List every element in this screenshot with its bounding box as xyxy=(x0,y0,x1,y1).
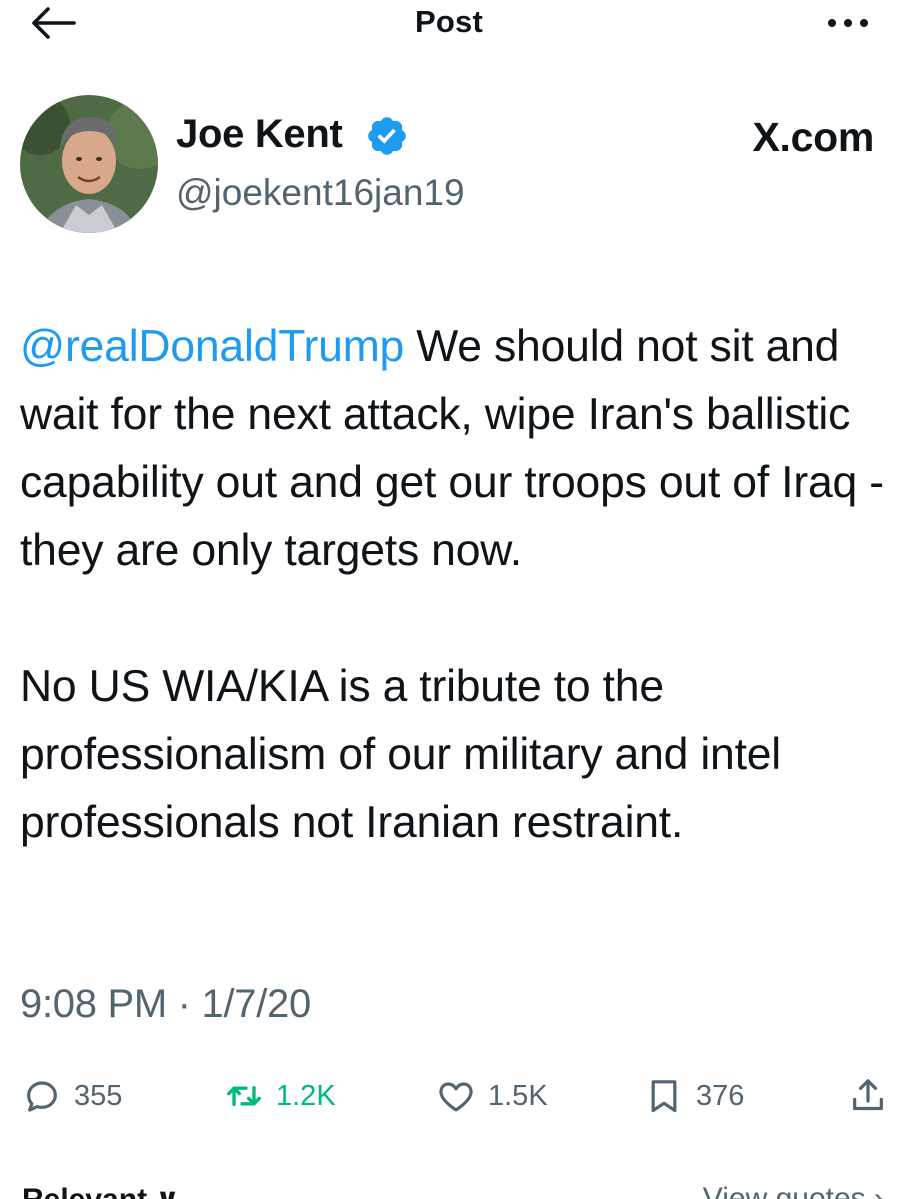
verified-badge-icon xyxy=(365,114,409,158)
timestamp[interactable]: 9:08 PM · 1/7/20 xyxy=(20,982,311,1027)
bookmark-button[interactable]: 376 xyxy=(644,1068,744,1124)
page-title: Post xyxy=(415,4,483,39)
more-horizontal-icon xyxy=(828,19,868,27)
action-bar: 355 1.2K 1.5K 376 xyxy=(0,1068,898,1128)
share-icon xyxy=(853,1079,883,1111)
reply-button[interactable]: 355 xyxy=(22,1068,122,1124)
brand-label: X.com xyxy=(752,114,874,160)
author-name[interactable]: Joe Kent xyxy=(176,112,343,157)
bookmark-icon xyxy=(651,1080,677,1113)
repost-icon xyxy=(227,1086,261,1106)
avatar[interactable] xyxy=(20,95,158,233)
like-button[interactable]: 1.5K xyxy=(436,1068,548,1124)
tweet-paragraph-2: No US WIA/KIA is a tribute to the profes… xyxy=(20,662,794,847)
tweet-text: @realDonaldTrump We should not sit and w… xyxy=(20,313,890,857)
post-page: Post Joe Kent @joekent16jan19 X.com @rea… xyxy=(0,0,898,1199)
reply-icon xyxy=(27,1081,57,1112)
top-bar: Post xyxy=(0,0,898,50)
bookmark-count: 376 xyxy=(696,1079,745,1112)
like-icon xyxy=(439,1082,473,1112)
share-button[interactable] xyxy=(848,1068,888,1124)
more-button[interactable] xyxy=(824,8,872,38)
tweet-paragraph-1: @realDonaldTrump We should not sit and w… xyxy=(20,313,890,585)
view-quotes-link[interactable]: View quotes › xyxy=(703,1182,884,1199)
author-handle[interactable]: @joekent16jan19 xyxy=(176,172,465,214)
like-count: 1.5K xyxy=(488,1079,548,1112)
sort-relevant-dropdown[interactable]: Relevant ∨ xyxy=(22,1182,180,1199)
replies-sort-row: Relevant ∨ View quotes › xyxy=(0,1182,898,1199)
reply-count: 355 xyxy=(74,1079,123,1112)
repost-button[interactable]: 1.2K xyxy=(224,1068,336,1124)
repost-count: 1.2K xyxy=(276,1079,336,1112)
profile-photo xyxy=(20,95,158,233)
mention-link[interactable]: @realDonaldTrump xyxy=(20,322,404,371)
